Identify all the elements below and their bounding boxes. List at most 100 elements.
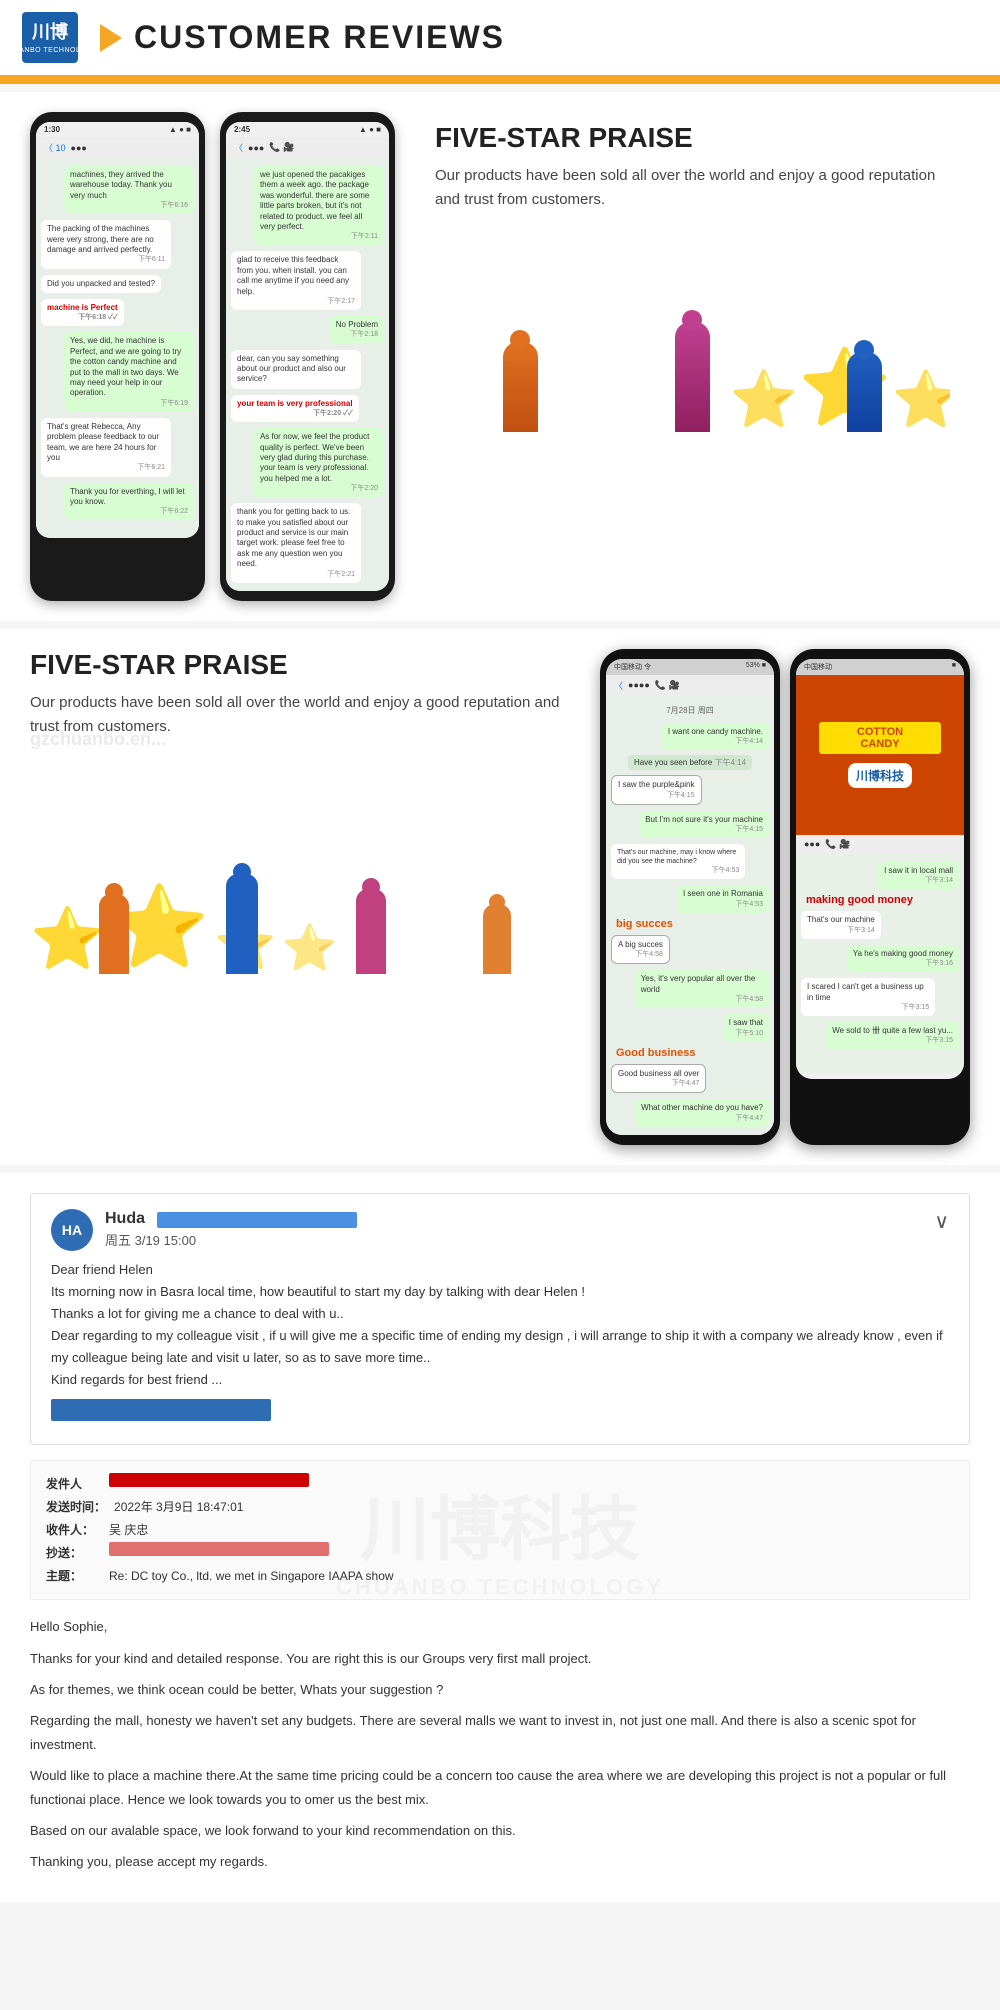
- section2-phones: 中国移动 令 53% ■ 〈 ●●●● 📞 🎥 7月28日 周四 I want …: [600, 649, 970, 1145]
- call-icon-3[interactable]: 📞 🎥: [655, 680, 680, 691]
- meta-subject-value: Re: DC toy Co., ltd. we met in Singapore…: [109, 1565, 394, 1588]
- contact-4: ●●●: [804, 839, 820, 849]
- icons-1: ▲ ● ■: [169, 125, 191, 134]
- meta-sender-label: 发件人: [46, 1473, 101, 1496]
- contact-3: ●●●●: [628, 680, 650, 690]
- msg: No Problem下午2:18: [330, 316, 384, 343]
- machine-image: COTTONCANDY 川博科技: [796, 675, 964, 835]
- msg: Yes, it's very popular all over the worl…: [635, 970, 769, 1008]
- meta-to-label: 收件人：: [46, 1519, 101, 1542]
- email-blue-bar: [51, 1399, 271, 1421]
- meta-time-label: 发送时间：: [46, 1496, 106, 1519]
- phone-screen-4: 中国移动 ■ COTTONCANDY 川博科技 ●●● 📞 🎥 I saw it…: [796, 659, 964, 1079]
- meta-sender-row: 发件人: [46, 1473, 954, 1496]
- back-btn-1[interactable]: 〈 10: [44, 141, 66, 154]
- phone-mockup-2: 2:45 ▲ ● ■ 〈 ●●● 📞 🎥 we just opened the …: [220, 112, 395, 601]
- msg: What other machine do you have?下午4:47: [635, 1099, 769, 1126]
- header-title-area: CUSTOMER REVIEWS: [100, 19, 505, 56]
- meta-subject-label: 主题：: [46, 1565, 101, 1588]
- svg-text:CHUANBO TECHNOLOGY: CHUANBO TECHNOLOGY: [20, 47, 80, 54]
- carrier-3: 中国移动 令: [614, 662, 651, 672]
- msg-making-money: making good money: [801, 892, 959, 908]
- praise-desc-2: Our products have been sold all over the…: [30, 691, 580, 739]
- msg: thank you for getting back to us. to mak…: [231, 503, 361, 582]
- msg: I scared I can't get a business up in ti…: [801, 978, 935, 1016]
- email-line: Regarding the mall, honesty we haven't s…: [30, 1709, 970, 1756]
- msg-good-business: Good business: [611, 1045, 769, 1061]
- call-icon-4[interactable]: 📞 🎥: [825, 839, 850, 850]
- msg: Thank you for everthing, I will let you …: [64, 483, 194, 521]
- email-avatar-1: HA: [51, 1209, 93, 1251]
- msg: dear, can you say something about our pr…: [231, 350, 361, 389]
- email-greeting: Hello Sophie,: [30, 1615, 970, 1638]
- chat-header-4: ●●● 📞 🎥: [796, 835, 964, 854]
- msg: That's our machine下午3:14: [801, 911, 881, 938]
- meta-to-row: 收件人： 吴 庆忠: [46, 1519, 954, 1542]
- contact-name-1: ●●●: [71, 143, 87, 153]
- sender-bar-red: [109, 1473, 309, 1487]
- msg: The packing of the machines were very st…: [41, 220, 171, 268]
- msg: glad to receive this feedback from you. …: [231, 251, 361, 310]
- chat-messages-4: I saw it in local mall下午3:14 making good…: [796, 854, 964, 1074]
- msg: That's great Rebecca, Any problem please…: [41, 418, 171, 477]
- msg: A big succes下午4:58: [611, 935, 670, 964]
- email-card-1: HA Huda 周五 3/19 15:00 ∨ Dear friend Hele…: [30, 1193, 970, 1446]
- email-line: Thanks a lot for giving me a chance to d…: [51, 1303, 949, 1325]
- time-1: 1:30: [44, 125, 60, 134]
- logo-area: 川博 CHUANBO TECHNOLOGY: [20, 10, 80, 65]
- chat-messages-3: 7月28日 周四 I want one candy machine.下午4:14…: [606, 696, 774, 1135]
- msg-highlight: machine is Perfect下午6:18 ✓✓: [41, 299, 124, 326]
- section-2: FIVE-STAR PRAISE Our products have been …: [0, 629, 1000, 1165]
- email-line: As for themes, we think ocean could be b…: [30, 1678, 970, 1701]
- back-btn-2[interactable]: 〈: [234, 141, 243, 154]
- call-icon[interactable]: 📞 🎥: [269, 142, 294, 153]
- email-line: Based on our avalable space, we look for…: [30, 1819, 970, 1842]
- section2-left: FIVE-STAR PRAISE Our products have been …: [30, 649, 580, 974]
- msg: That's our machine, may i know where did…: [611, 844, 745, 879]
- logo-icon: 川博 CHUANBO TECHNOLOGY: [20, 10, 80, 65]
- time-2: 2:45: [234, 125, 250, 134]
- msg: I saw the purple&pink下午4:15: [611, 775, 702, 804]
- page-title: CUSTOMER REVIEWS: [134, 19, 505, 56]
- msg: I seen one in Romania下午4:53: [677, 885, 769, 912]
- contact-name-2: ●●●: [248, 143, 264, 153]
- msg: Did you unpacked and tested?: [41, 275, 161, 293]
- logo-in-image: 川博科技: [848, 763, 912, 788]
- status-bar-1: 1:30 ▲ ● ■: [36, 122, 199, 137]
- email-line: Thanking you, please accept my regards.: [30, 1850, 970, 1873]
- meta-cc-label: 抄送：: [46, 1542, 101, 1565]
- date-header: 7月28日 周四: [611, 705, 769, 716]
- email-line: Dear regarding to my colleague visit , i…: [51, 1325, 949, 1369]
- praise-title-1: FIVE-STAR PRAISE: [435, 122, 950, 154]
- msg: machines, they arrived the warehouse tod…: [64, 166, 194, 214]
- chat-header-2: 〈 ●●● 📞 🎥: [226, 137, 389, 158]
- msg: But I'm not sure it's your machine下午4:15: [639, 811, 769, 838]
- icons-2: ▲ ● ■: [359, 125, 381, 134]
- praise-right-1: FIVE-STAR PRAISE Our products have been …: [415, 112, 970, 442]
- msg: we just opened the pacakiges them a week…: [254, 166, 384, 245]
- email-line: Its morning now in Basra local time, how…: [51, 1281, 949, 1303]
- section-1: 1:30 ▲ ● ■ 〈 10 ●●● machines, they arriv…: [0, 92, 1000, 621]
- phone-mockup-1: 1:30 ▲ ● ■ 〈 10 ●●● machines, they arriv…: [30, 112, 205, 601]
- chat-header-1: 〈 10 ●●●: [36, 137, 199, 158]
- msg: Good business all over下午4:47: [611, 1064, 706, 1093]
- meta-to-value: 吴 庆忠: [109, 1519, 148, 1542]
- email-expand-1[interactable]: ∨: [934, 1209, 949, 1234]
- email-sender-row: HA Huda 周五 3/19 15:00: [51, 1209, 934, 1251]
- meta-time-row: 发送时间： 2022年 3月9日 18:47:01: [46, 1496, 954, 1519]
- email-line: Would like to place a machine there.At t…: [30, 1764, 970, 1811]
- email-body-1: Dear friend Helen Its morning now in Bas…: [51, 1259, 949, 1392]
- header-bar: [0, 78, 1000, 84]
- email-line: Kind regards for best friend ...: [51, 1369, 949, 1391]
- status-bar-3: 中国移动 令 53% ■: [606, 659, 774, 675]
- svg-text:川博: 川博: [31, 21, 68, 42]
- back-3[interactable]: 〈: [614, 679, 623, 692]
- meta-subject-row: 主题： Re: DC toy Co., ltd. we met in Singa…: [46, 1565, 954, 1588]
- phones-left: 1:30 ▲ ● ■ 〈 10 ●●● machines, they arriv…: [30, 112, 395, 601]
- email-time-1: 周五 3/19 15:00: [105, 1230, 934, 1249]
- msg: I saw that下午5:10: [723, 1014, 769, 1041]
- phone-screen-1: 1:30 ▲ ● ■ 〈 10 ●●● machines, they arriv…: [36, 122, 199, 538]
- meta-time-value: 2022年 3月9日 18:47:01: [114, 1496, 243, 1519]
- phone-screen-2: 2:45 ▲ ● ■ 〈 ●●● 📞 🎥 we just opened the …: [226, 122, 389, 591]
- carrier-4: 中国移动: [804, 662, 832, 672]
